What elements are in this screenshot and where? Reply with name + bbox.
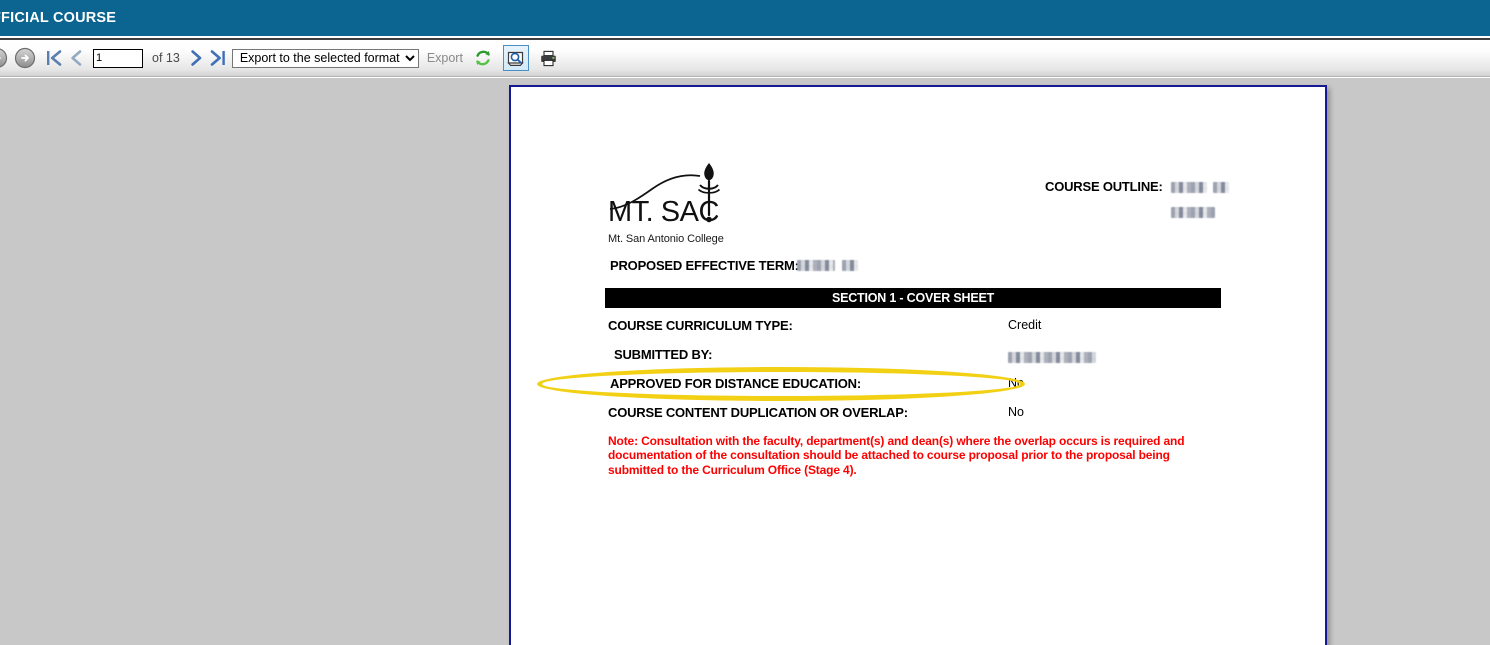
- forward-circle-icon: [14, 47, 36, 69]
- consultation-note: Note: Consultation with the faculty, dep…: [608, 434, 1185, 477]
- field-row-distance-education: APPROVED FOR DISTANCE EDUCATION: No: [610, 376, 1024, 391]
- back-circle-icon: [0, 48, 8, 68]
- course-outline-value-line1: [1170, 179, 1229, 197]
- back-button[interactable]: [0, 47, 8, 69]
- curriculum-type-value: Credit: [1008, 318, 1042, 332]
- proposed-effective-term-row: PROPOSED EFFECTIVE TERM:: [610, 258, 1230, 273]
- last-page-button[interactable]: [207, 46, 229, 70]
- refresh-icon: [476, 50, 490, 66]
- mt-sac-torch-logo-icon: MT. SAC: [608, 163, 721, 228]
- page-number-input[interactable]: [93, 48, 143, 68]
- submitted-by-label: SUBMITTED BY:: [614, 347, 713, 362]
- previous-page-icon: [71, 50, 82, 66]
- section-header-bar: SECTION 1 - COVER SHEET: [605, 288, 1221, 308]
- page-total-label: of 13: [152, 51, 180, 65]
- content-duplication-value: No: [1008, 405, 1024, 419]
- field-row-curriculum-type: COURSE CURRICULUM TYPE: Credit: [608, 318, 1041, 333]
- first-page-icon: [47, 50, 62, 66]
- svg-text:MT. SAC: MT. SAC: [608, 196, 719, 228]
- curriculum-type-label: COURSE CURRICULUM TYPE:: [608, 318, 793, 333]
- redacted-value: [1170, 182, 1207, 194]
- course-outline-row: COURSE OUTLINE:: [1045, 179, 1229, 218]
- report-toolbar: of 13 Export to the selected format Expo…: [0, 38, 1490, 77]
- last-page-icon: [210, 50, 225, 66]
- field-row-submitted-by: SUBMITTED BY:: [614, 347, 1096, 364]
- institution-logo: MT. SAC Mt. San Antonio College: [608, 159, 736, 247]
- previous-page-button[interactable]: [65, 46, 87, 70]
- app-header-banner: FFICIAL COURSE: [0, 0, 1490, 36]
- redacted-value: [1212, 182, 1229, 194]
- document-viewer-canvas[interactable]: MT. SAC Mt. San Antonio College COURSE O…: [0, 78, 1490, 645]
- export-format-select[interactable]: Export to the selected format: [231, 48, 419, 68]
- proposed-effective-term-label: PROPOSED EFFECTIVE TERM:: [610, 258, 799, 273]
- page-title: FFICIAL COURSE: [0, 10, 117, 26]
- print-button[interactable]: [536, 45, 562, 71]
- submitted-by-value-redacted: [1008, 352, 1096, 364]
- course-outline-value-line2: [1170, 207, 1215, 218]
- distance-education-label: APPROVED FOR DISTANCE EDUCATION:: [610, 376, 861, 391]
- distance-education-value: No: [1008, 376, 1024, 390]
- forward-button[interactable]: [14, 47, 36, 69]
- export-link[interactable]: Export: [427, 51, 463, 65]
- document-page: MT. SAC Mt. San Antonio College COURSE O…: [509, 85, 1327, 645]
- report-viewer-window: FFICIAL COURSE 1 of 13 Export to the sel…: [0, 0, 1490, 645]
- first-page-button[interactable]: [43, 46, 65, 70]
- print-preview-button[interactable]: [502, 45, 529, 71]
- redacted-value: [797, 259, 835, 271]
- content-duplication-label: COURSE CONTENT DUPLICATION OR OVERLAP:: [608, 405, 908, 420]
- institution-name: Mt. San Antonio College: [608, 233, 724, 245]
- section-header-title: SECTION 1 - COVER SHEET: [831, 291, 995, 305]
- refresh-button[interactable]: [470, 45, 496, 71]
- print-preview-icon: [507, 51, 525, 66]
- next-page-icon: [191, 50, 202, 66]
- field-row-content-duplication: COURSE CONTENT DUPLICATION OR OVERLAP: N…: [608, 405, 1024, 420]
- next-page-button[interactable]: [185, 46, 207, 70]
- redacted-value: [842, 259, 858, 271]
- course-outline-label: COURSE OUTLINE:: [1045, 179, 1163, 194]
- course-outline-values: [1170, 179, 1229, 218]
- printer-icon: [541, 50, 557, 66]
